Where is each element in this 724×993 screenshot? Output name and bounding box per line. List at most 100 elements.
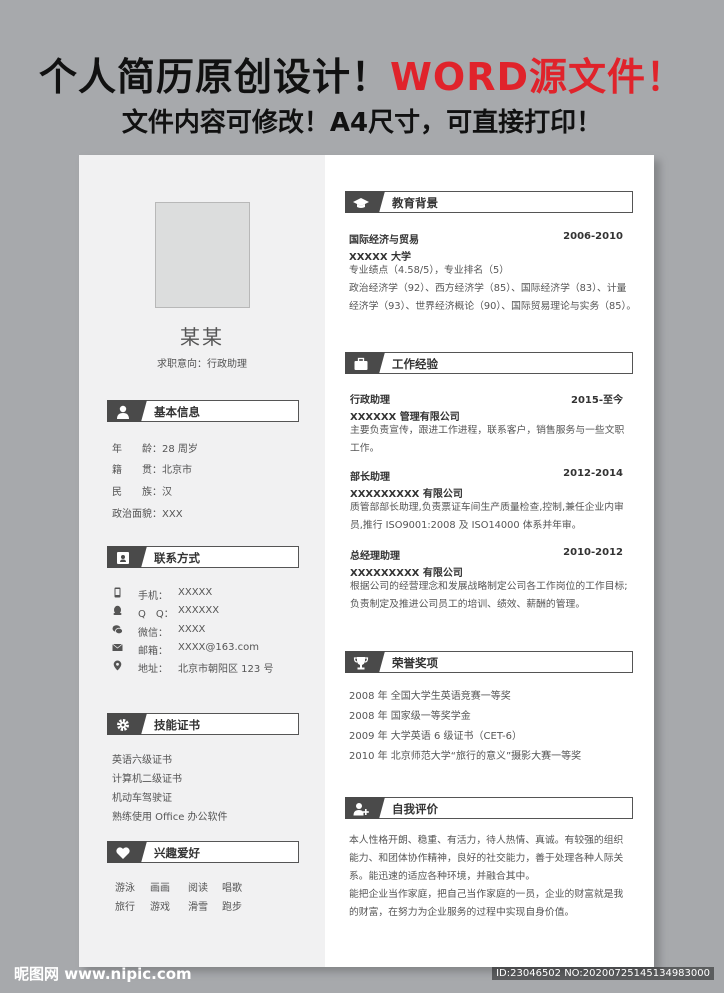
field-label: 政治面貌：	[112, 509, 162, 520]
contact-row-phone: 手机： XXXXX	[112, 587, 312, 602]
image-id-label: ID:23046502 NO:20200725145134983000	[492, 967, 714, 980]
contact-value: XXXXX	[178, 587, 213, 598]
section-title: 技能证书	[154, 718, 200, 732]
basic-row-political: 政治面貌：XXX	[112, 505, 183, 520]
person-icon	[117, 405, 129, 419]
section-title: 荣誉奖项	[392, 656, 438, 670]
job-period: 2012-2014	[563, 468, 623, 479]
award-item: 2008 年 全国大学生英语竞赛一等奖	[349, 691, 511, 702]
photo-placeholder[interactable]	[155, 202, 250, 308]
qq-icon	[113, 605, 122, 615]
hobby-item: 跑步	[222, 902, 242, 913]
field-label: 籍 贯：	[112, 465, 162, 476]
education-line: 专业绩点（4.58/5），专业排名（5）	[349, 265, 510, 276]
section-contact: 联系方式	[107, 546, 299, 568]
graduation-cap-icon	[353, 198, 369, 208]
banner-headline: 个人简历原创设计！WORD源文件！	[0, 46, 724, 101]
hobby-item: 画画	[150, 883, 170, 894]
job-line: 负责制定及推进公司员工的培训、绩效、薪酬的管理。	[350, 599, 586, 610]
self-evaluation-text: 本人性格开朗、稳重、有活力，待人热情、真诚。有较强的组织 能力、和团体协作精神，…	[349, 832, 639, 922]
section-title: 兴趣爱好	[154, 846, 200, 860]
skill-item: 机动车驾驶证	[112, 793, 172, 804]
job-intent: 求职意向：行政助理	[157, 359, 247, 370]
award-item: 2009 年 大学英语 6 级证书（CET-6）	[349, 731, 522, 742]
field-value: 28 周岁	[162, 444, 198, 455]
education-details: 专业绩点（4.58/5），专业排名（5） 政治经济学（92）、西方经济学（85）…	[349, 262, 639, 316]
job-company: XXXXXXXXX 有限公司	[350, 568, 463, 579]
job-line: 工作。	[350, 443, 380, 454]
section-title: 联系方式	[154, 551, 200, 565]
gear-icon	[117, 719, 129, 731]
watermark-text: 昵图网 www.nipic.com	[14, 965, 192, 983]
section-education: 教育背景	[345, 191, 633, 213]
field-label: 年 龄：	[112, 444, 162, 455]
hobby-item: 唱歌	[222, 883, 242, 894]
hobby-item: 滑雪	[188, 902, 208, 913]
job-role: 行政助理	[350, 395, 390, 406]
self-line: 本人性格开朗、稳重、有活力，待人热情、真诚。有较强的组织	[349, 835, 624, 846]
contact-label: Q Q：	[138, 609, 174, 620]
basic-row-ethnicity: 民 族：汉	[112, 483, 172, 498]
field-value: XXX	[162, 509, 183, 520]
award-item: 2010 年 北京师范大学“旅行的意义”摄影大赛一等奖	[349, 751, 582, 762]
self-line: 能力、和团体协作精神，良好的社交能力，善于处理各种人际关	[349, 853, 624, 864]
candidate-name: 某某	[180, 325, 224, 349]
self-line: 的财富，在努力为企业服务的过程中实现自身价值。	[349, 907, 575, 918]
field-label: 民 族：	[112, 487, 162, 498]
contact-label: 地址：	[138, 664, 168, 675]
section-hobbies: 兴趣爱好	[107, 841, 299, 863]
job-company: XXXXXX 管理有限公司	[350, 412, 460, 423]
job-description: 根据公司的经营理念和发展战略制定公司各工作岗位的工作目标; 负责制定及推进公司员…	[350, 578, 640, 614]
section-skills: 技能证书	[107, 713, 299, 735]
job-line: 质管部部长助理,负责票证车间生产质量检查,控制,兼任企业内审	[350, 502, 624, 513]
section-title: 工作经验	[392, 357, 438, 371]
section-title: 基本信息	[154, 405, 200, 419]
basic-row-hometown: 籍 贯：北京市	[112, 461, 192, 476]
contact-label: 微信：	[138, 628, 168, 639]
wechat-icon	[112, 625, 123, 635]
contact-label: 手机：	[138, 591, 168, 602]
contact-value: XXXXXX	[178, 605, 220, 616]
person-plus-icon	[353, 803, 369, 816]
location-icon	[113, 660, 122, 671]
education-line: 政治经济学（92）、西方经济学（85）、国际经济学（83）、计量	[349, 283, 627, 294]
field-value: 北京市	[162, 465, 192, 476]
education-major: 国际经济与贸易	[349, 235, 419, 246]
job-line: 主要负责宣传，跟进工作进程，联系客户，销售服务与一些文职	[350, 425, 625, 436]
section-title: 自我评价	[392, 802, 438, 816]
skill-item: 计算机二级证书	[112, 774, 182, 785]
mail-icon	[112, 643, 123, 651]
contact-value: 北京市朝阳区 123 号	[178, 664, 274, 675]
section-awards: 荣誉奖项	[345, 651, 633, 673]
section-self-evaluation: 自我评价	[345, 797, 633, 819]
basic-row-age: 年 龄：28 周岁	[112, 440, 198, 455]
section-work: 工作经验	[345, 352, 633, 374]
education-school: XXXXX 大学	[349, 252, 412, 263]
skill-item: 熟练使用 Office 办公软件	[112, 812, 228, 823]
banner-subheadline: 文件内容可修改！A4尺寸，可直接打印！	[121, 108, 603, 138]
resume-sheet: 某某 求职意向：行政助理 基本信息 年 龄：28 周岁 籍 贯：北京市 民 族：…	[79, 155, 654, 967]
contact-label: 邮箱：	[138, 646, 168, 657]
phone-icon	[114, 587, 121, 598]
sidebar: 某某 求职意向：行政助理 基本信息 年 龄：28 周岁 籍 贯：北京市 民 族：…	[79, 155, 325, 967]
section-title: 教育背景	[392, 196, 438, 210]
contact-value: XXXX@163.com	[178, 642, 260, 653]
field-value: 汉	[162, 487, 172, 498]
banner-headline-part1: 个人简历原创设计！	[38, 55, 390, 99]
trophy-icon	[353, 657, 369, 670]
job-line: 根据公司的经营理念和发展战略制定公司各工作岗位的工作目标;	[350, 581, 628, 592]
job-period: 2015-至今	[571, 395, 623, 406]
education-period: 2006-2010	[563, 231, 623, 242]
job-description: 质管部部长助理,负责票证车间生产质量检查,控制,兼任企业内审 员,推行 ISO9…	[350, 499, 640, 535]
job-role: 总经理助理	[350, 551, 400, 562]
contact-card-icon	[117, 552, 129, 564]
contact-row-address: 地址： 北京市朝阳区 123 号	[112, 660, 312, 675]
hobby-item: 旅行	[115, 902, 135, 913]
job-company: XXXXXXXXX 有限公司	[350, 489, 463, 500]
hobby-item: 游戏	[150, 902, 170, 913]
job-description: 主要负责宣传，跟进工作进程，联系客户，销售服务与一些文职 工作。	[350, 422, 640, 458]
self-line: 系。能迅速的适应各种环境，并融合其中。	[349, 871, 536, 882]
education-line: 经济学（93）、世界经济概论（90）、国际贸易理论与实务（85）。	[349, 301, 637, 312]
job-role: 部长助理	[350, 472, 390, 483]
footer-bar: 昵图网 www.nipic.com ID:23046502 NO:2020072…	[0, 963, 724, 983]
